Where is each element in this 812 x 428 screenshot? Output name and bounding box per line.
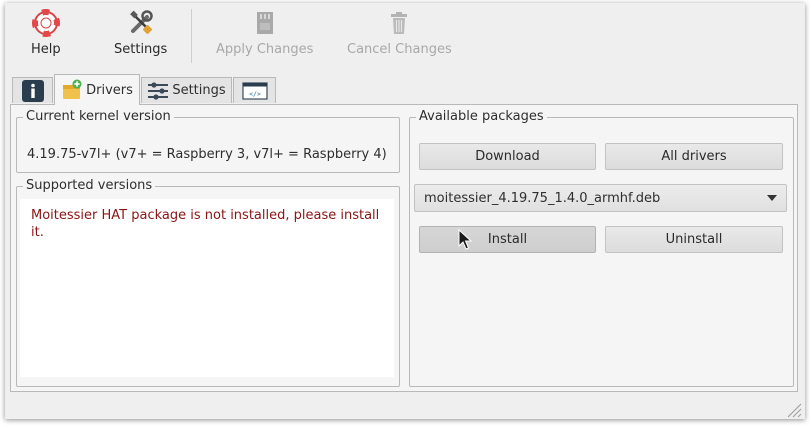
- settings-label: Settings: [114, 42, 168, 57]
- mouse-cursor-icon: [458, 229, 472, 250]
- supported-versions-textview[interactable]: Moitessier HAT package is not installed,…: [20, 199, 394, 377]
- uninstall-label: Uninstall: [665, 232, 723, 247]
- supported-versions-title: Supported versions: [23, 178, 156, 194]
- tab-bar: Drivers Settings </>: [12, 73, 312, 105]
- supported-versions-group: Supported versions Moitessier HAT packag…: [16, 178, 400, 387]
- kernel-version-text: 4.19.75-v7l+ (v7+ = Raspberry 3, v7l+ = …: [27, 147, 387, 162]
- toolbar-separator: [191, 9, 192, 63]
- tab-info[interactable]: [12, 77, 53, 103]
- drivers-icon: [63, 79, 82, 99]
- kernel-group: Current kernel version 4.19.75-v7l+ (v7+…: [16, 109, 400, 173]
- lifebuoy-icon: [31, 9, 60, 37]
- info-icon: [21, 79, 44, 102]
- not-installed-message: Moitessier HAT package is not installed,…: [31, 208, 380, 240]
- code-window-icon: </>: [241, 81, 268, 100]
- apply-changes-label: Apply Changes: [216, 42, 314, 57]
- all-drivers-label: All drivers: [661, 149, 727, 164]
- apply-changes-button[interactable]: Apply Changes: [216, 9, 313, 63]
- package-select-value: moitessier_4.19.75_1.4.0_armhf.deb: [424, 190, 661, 206]
- svg-text:</>: </>: [249, 90, 261, 98]
- tab-console[interactable]: </>: [233, 77, 276, 103]
- tools-icon: [129, 10, 153, 35]
- toolbar: Help Settings Apply Changes Cancel Chang…: [5, 3, 805, 67]
- tab-drivers-label: Drivers: [86, 82, 133, 98]
- help-label: Help: [31, 42, 61, 57]
- sliders-icon: [148, 81, 169, 100]
- tab-drivers[interactable]: Drivers: [54, 74, 140, 105]
- package-select[interactable]: moitessier_4.19.75_1.4.0_armhf.deb: [414, 184, 787, 212]
- drivers-panel: Current kernel version 4.19.75-v7l+ (v7+…: [10, 104, 798, 392]
- cancel-changes-button[interactable]: Cancel Changes: [347, 9, 452, 63]
- cancel-changes-label: Cancel Changes: [347, 42, 452, 57]
- all-drivers-button[interactable]: All drivers: [605, 143, 783, 170]
- chevron-down-icon: [767, 195, 777, 201]
- trash-icon: [391, 12, 408, 34]
- settings-button[interactable]: Settings: [114, 9, 167, 63]
- available-packages-group: Available packages Download All drivers …: [409, 109, 794, 387]
- download-label: Download: [475, 149, 540, 164]
- help-button[interactable]: Help: [31, 9, 61, 63]
- download-button[interactable]: Download: [419, 143, 596, 170]
- app-window: Help Settings Apply Changes Cancel Chang…: [5, 3, 805, 419]
- resize-grip-icon[interactable]: [784, 400, 802, 418]
- available-packages-title: Available packages: [416, 109, 547, 125]
- install-label: Install: [487, 232, 528, 247]
- tab-settings[interactable]: Settings: [141, 77, 232, 103]
- install-button[interactable]: Install: [419, 226, 596, 253]
- uninstall-button[interactable]: Uninstall: [605, 226, 783, 253]
- sd-card-icon: [256, 12, 273, 34]
- kernel-group-title: Current kernel version: [23, 109, 174, 125]
- tab-settings-label: Settings: [172, 83, 226, 98]
